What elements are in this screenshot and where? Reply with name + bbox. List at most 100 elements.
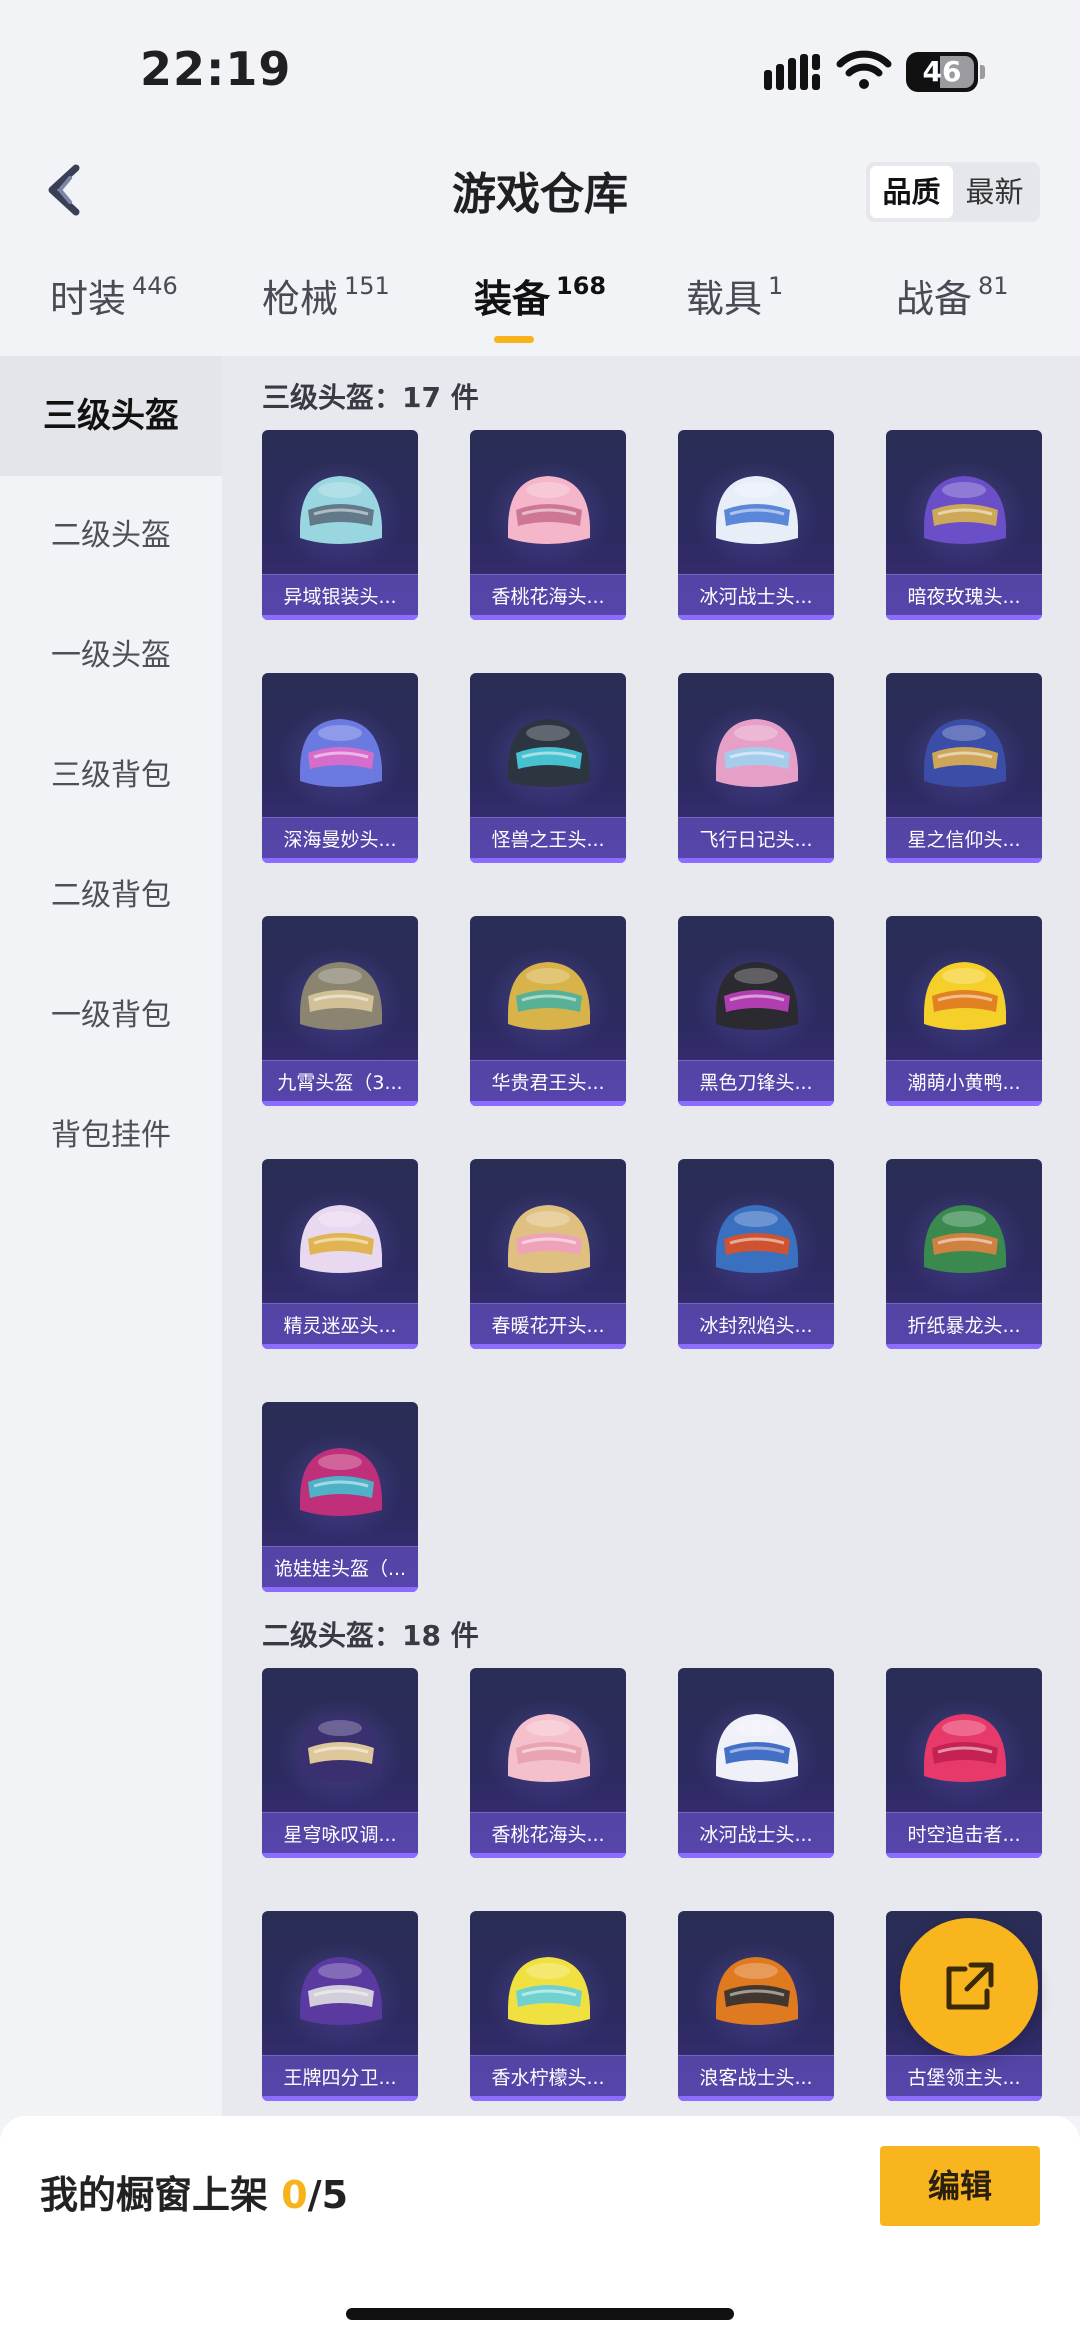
share-icon (946, 1962, 994, 2010)
item-card[interactable]: 王牌四分卫... (262, 1911, 418, 2101)
item-name: 异域银装头... (262, 574, 418, 620)
home-indicator (346, 2308, 734, 2320)
helmet-icon (300, 1448, 382, 1516)
sidebar-item-level1-backpack[interactable]: 一级背包 (0, 956, 222, 1076)
item-name: 黑色刀锋头... (678, 1060, 834, 1106)
item-name: 星之信仰头... (886, 817, 1042, 863)
helmet-icon (300, 1957, 382, 2025)
sort-quality-button[interactable]: 品质 (870, 166, 953, 218)
item-card[interactable]: 深海曼妙头... (262, 673, 418, 863)
item-card[interactable]: 香桃花海头... (470, 430, 626, 620)
helmet-icon (300, 1714, 382, 1782)
helmet-icon (716, 1957, 798, 2025)
item-card[interactable]: 星穹咏叹调... (262, 1668, 418, 1858)
item-name: 时空追击者... (886, 1812, 1042, 1858)
item-card[interactable]: 黑色刀锋头... (678, 916, 834, 1106)
helmet-icon (716, 962, 798, 1030)
sidebar-item-level1-helmet[interactable]: 一级头盔 (0, 596, 222, 716)
sort-newest-button[interactable]: 最新 (953, 166, 1036, 218)
tab-supplies[interactable]: 战备 81 (896, 268, 1009, 323)
sidebar-item-level2-helmet[interactable]: 二级头盔 (0, 476, 222, 596)
helmet-icon (924, 476, 1006, 544)
item-card[interactable]: 异域银装头... (262, 430, 418, 620)
item-name: 香桃花海头... (470, 1812, 626, 1858)
helmet-icon (508, 476, 590, 544)
helmet-icon (300, 476, 382, 544)
item-card[interactable]: 冰河战士头... (678, 430, 834, 620)
tab-guns[interactable]: 枪械 151 (262, 268, 390, 323)
item-card[interactable]: 冰河战士头... (678, 1668, 834, 1858)
helmet-icon (924, 1205, 1006, 1273)
helmet-icon (716, 1714, 798, 1782)
item-name: 折纸暴龙头... (886, 1303, 1042, 1349)
status-time: 22:19 (140, 42, 292, 96)
item-name: 精灵迷巫头... (262, 1303, 418, 1349)
item-card[interactable]: 浪客战士头... (678, 1911, 834, 2101)
item-card[interactable]: 香桃花海头... (470, 1668, 626, 1858)
wifi-icon (836, 50, 892, 89)
showcase-status: 我的橱窗上架 0/5 (40, 2173, 349, 2217)
item-name: 香桃花海头... (470, 574, 626, 620)
sidebar-item-level3-helmet[interactable]: 三级头盔 (0, 356, 222, 476)
edit-button[interactable]: 编辑 (880, 2146, 1040, 2226)
item-name: 春暖花开头... (470, 1303, 626, 1349)
helmet-icon (924, 1714, 1006, 1782)
item-card[interactable]: 九霄头盔（3... (262, 916, 418, 1106)
helmet-icon (716, 1205, 798, 1273)
active-tab-indicator (494, 336, 534, 343)
item-name: 飞行日记头... (678, 817, 834, 863)
item-name: 冰河战士头... (678, 574, 834, 620)
helmet-icon (508, 719, 590, 787)
battery-icon: 46 (906, 52, 986, 92)
helmet-icon (300, 1205, 382, 1273)
item-name: 华贵君王头... (470, 1060, 626, 1106)
item-card[interactable]: 诡娃娃头盔（... (262, 1402, 418, 1592)
tab-vehicles[interactable]: 载具 1 (686, 268, 783, 323)
helmet-icon (508, 962, 590, 1030)
sidebar-item-level3-backpack[interactable]: 三级背包 (0, 716, 222, 836)
item-card[interactable]: 怪兽之王头... (470, 673, 626, 863)
category-tabs: 时装 446 枪械 151 装备 168 载具 1 战备 81 (0, 260, 1080, 350)
share-button[interactable] (900, 1918, 1038, 2056)
item-card[interactable]: 时空追击者... (886, 1668, 1042, 1858)
item-name: 暗夜玫瑰头... (886, 574, 1042, 620)
item-name: 冰河战士头... (678, 1812, 834, 1858)
item-card[interactable]: 精灵迷巫头... (262, 1159, 418, 1349)
helmet-icon (924, 719, 1006, 787)
item-card[interactable]: 冰封烈焰头... (678, 1159, 834, 1349)
sidebar-item-backpack-charm[interactable]: 背包挂件 (0, 1076, 222, 1196)
item-name: 古堡领主头... (886, 2055, 1042, 2101)
item-card[interactable]: 折纸暴龙头... (886, 1159, 1042, 1349)
signal-icon (764, 54, 820, 90)
sidebar: 三级头盔 二级头盔 一级头盔 三级背包 二级背包 一级背包 背包挂件 (0, 356, 222, 2116)
item-name: 深海曼妙头... (262, 817, 418, 863)
item-card[interactable]: 华贵君王头... (470, 916, 626, 1106)
item-name: 怪兽之王头... (470, 817, 626, 863)
helmet-icon (300, 962, 382, 1030)
item-card[interactable]: 飞行日记头... (678, 673, 834, 863)
section-title-level3-helmet: 三级头盔：17 件 (262, 381, 479, 414)
item-card[interactable]: 香水柠檬头... (470, 1911, 626, 2101)
page-header: 游戏仓库 品质 最新 (0, 140, 1080, 240)
tab-fashion[interactable]: 时装 446 (50, 268, 178, 323)
item-name: 诡娃娃头盔（... (262, 1546, 418, 1592)
helmet-icon (716, 476, 798, 544)
item-card[interactable]: 暗夜玫瑰头... (886, 430, 1042, 620)
item-name: 星穹咏叹调... (262, 1812, 418, 1858)
item-card[interactable]: 星之信仰头... (886, 673, 1042, 863)
helmet-icon (716, 719, 798, 787)
helmet-icon (508, 1205, 590, 1273)
item-name: 冰封烈焰头... (678, 1303, 834, 1349)
item-name: 浪客战士头... (678, 2055, 834, 2101)
sidebar-item-level2-backpack[interactable]: 二级背包 (0, 836, 222, 956)
item-name: 香水柠檬头... (470, 2055, 626, 2101)
item-card[interactable]: 春暖花开头... (470, 1159, 626, 1349)
helmet-icon (508, 1714, 590, 1782)
item-card[interactable]: 潮萌小黄鸭... (886, 916, 1042, 1106)
status-bar: 22:19 46 (0, 0, 1080, 140)
tab-equipment[interactable]: 装备 168 (474, 268, 606, 323)
item-name: 潮萌小黄鸭... (886, 1060, 1042, 1106)
section-title-level2-helmet: 二级头盔：18 件 (262, 1619, 479, 1652)
item-name: 王牌四分卫... (262, 2055, 418, 2101)
item-name: 九霄头盔（3... (262, 1060, 418, 1106)
